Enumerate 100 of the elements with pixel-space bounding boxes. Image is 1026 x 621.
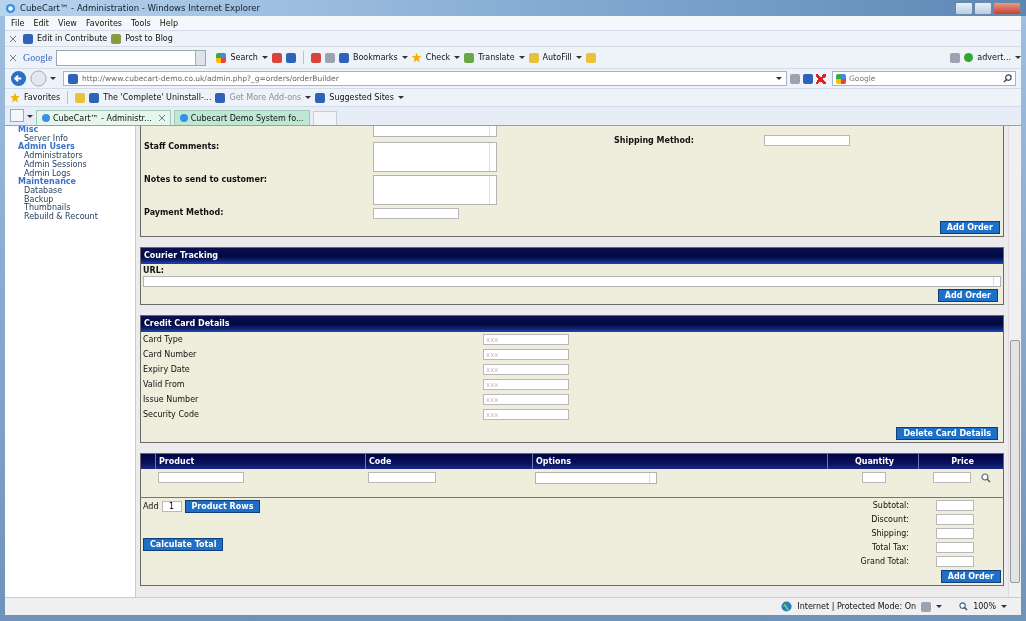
field-label: Payment Method: [144,208,225,217]
toolbar-icon[interactable] [338,52,349,63]
favorites-link[interactable]: The 'Complete' Uninstall-... [103,93,212,102]
caret-icon [776,77,782,80]
text-area[interactable] [373,175,497,205]
toolbar-icon[interactable] [271,52,282,63]
toolbar-icon[interactable] [111,33,122,44]
text-area[interactable] [373,142,497,172]
maximize-button[interactable] [974,1,992,15]
toolbar-button[interactable]: Bookmarks [352,53,398,62]
rows-count-field[interactable]: 1 [161,501,182,512]
total-field[interactable] [936,514,974,525]
add-order-button[interactable]: Add Order [937,289,998,302]
close-icon[interactable] [10,35,16,42]
new-tab-button[interactable] [312,111,337,125]
total-field[interactable] [936,528,974,539]
toolbar-button[interactable]: Edit in Contribute [37,34,108,43]
caret-icon [1001,605,1007,608]
close-tab-icon[interactable] [158,115,165,121]
refresh-button[interactable] [803,73,813,84]
field-label: Expiry Date [143,365,191,374]
toolbar-button[interactable]: Post to Blog [125,34,173,43]
sidebar-link[interactable]: Admin Sessions [18,160,135,170]
menu-item[interactable]: Tools [131,18,151,28]
favorites-button[interactable]: Favorites [24,93,61,102]
scrollbar[interactable] [1008,126,1021,597]
sidebar-heading: Maintenance [18,178,77,187]
toolbar-icon[interactable] [464,52,475,63]
toolbar-icon[interactable] [310,52,321,63]
section-header: Credit Card Details [141,316,1003,332]
text-field[interactable] [764,135,850,146]
field-label: Staff Comments: [144,142,221,151]
back-button[interactable] [10,70,27,87]
code-field[interactable] [368,472,436,483]
search-logo: Google [23,52,53,63]
close-icon[interactable] [10,54,16,61]
toolbar-button[interactable]: AutoFill [542,53,572,62]
delete-card-button[interactable]: Delete Card Details [896,427,998,440]
favorites-link[interactable]: Suggested Sites [329,93,394,102]
toolbar-icon[interactable] [324,52,335,63]
toolbar-button[interactable]: Translate [478,53,515,62]
quantity-field[interactable] [862,472,886,483]
stop-button[interactable] [816,73,826,84]
caret-icon[interactable] [27,115,33,118]
add-order-button[interactable]: Add Order [939,221,1000,234]
zoom-icon [959,602,969,611]
column-header: Code [365,454,532,469]
menu-item[interactable]: Favorites [85,18,122,28]
minimize-button[interactable] [955,1,973,15]
toolbar-icon[interactable] [23,33,33,44]
search-field[interactable] [56,49,207,66]
total-label: Grand Total: [860,557,909,566]
section-header: Courier Tracking [141,248,1003,264]
product-field[interactable] [158,472,244,483]
browser-tab[interactable]: Cubecart Demo System fo... [173,110,310,125]
account-button[interactable]: advert... [977,53,1011,62]
toolbar-button[interactable]: Check [425,53,451,62]
toolbar-icon[interactable] [216,52,227,63]
menu-item[interactable]: View [57,18,77,28]
browser-tab[interactable]: CubeCart™ - Administr... [36,110,171,125]
caret-icon [575,56,582,59]
status-dot-icon [964,53,974,62]
price-field[interactable] [933,472,971,483]
link-icon [215,92,226,103]
caret-icon[interactable] [50,77,56,80]
window-title: CubeCart™ - Administration - Windows Internet Explorer [20,3,261,13]
total-field[interactable] [936,556,974,567]
menu-item[interactable]: Help [159,18,178,28]
field-label: Valid From [143,380,186,389]
search-icon[interactable] [1003,74,1012,83]
menu-item[interactable]: Edit [33,18,49,28]
sidebar-link[interactable]: Administrators [18,152,135,161]
field-label: Issue Number [143,395,200,404]
total-field[interactable] [936,500,974,511]
link-icon [89,92,100,103]
compatibility-button[interactable] [790,73,800,84]
text-area[interactable] [373,126,497,137]
total-label: Subtotal: [872,501,909,510]
product-rows-button[interactable]: Product Rows [184,500,261,513]
sidebar-link[interactable]: Rebuild & Recount [18,213,135,222]
close-button[interactable] [993,1,1021,15]
caret-icon [454,56,461,59]
calculate-total-button[interactable]: Calculate Total [143,538,224,551]
add-favorite-icon[interactable] [75,92,86,103]
zoom-icon[interactable] [981,472,991,483]
url-text-area[interactable] [143,276,1001,287]
toolbar-icon[interactable] [285,52,296,63]
field-label: Card Type [143,335,184,344]
toolbar-button[interactable]: Search [230,53,258,62]
browser-logo-icon [5,2,16,14]
sidebar-link[interactable]: Database [18,186,135,196]
text-field[interactable] [373,208,459,219]
menu-item[interactable]: File [11,18,25,28]
total-field[interactable] [936,542,974,553]
sidebar-heading: Admin Users [18,143,75,152]
search-provider-icon[interactable] [836,73,846,84]
options-text-area[interactable] [535,472,657,484]
zoom-level-button[interactable]: 100% [973,602,996,611]
add-order-button[interactable]: Add Order [940,570,1001,583]
caret-icon [401,56,408,59]
